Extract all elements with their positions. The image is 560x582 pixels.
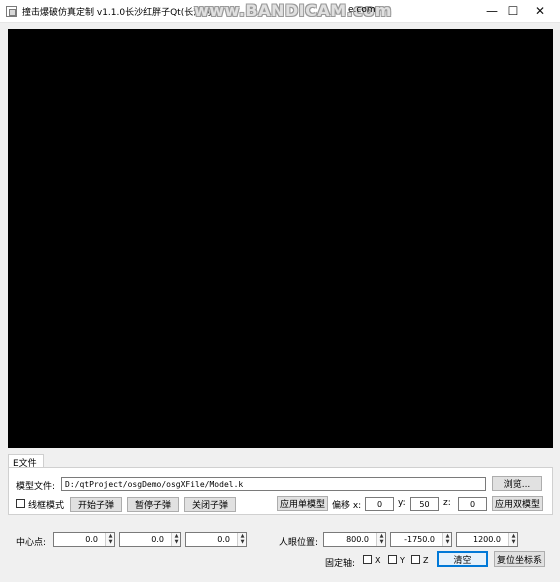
spin-down-icon[interactable]: ▼ [173, 539, 180, 545]
eye-x-value: 800.0 [346, 535, 369, 544]
model-file-label: 模型文件: [16, 482, 56, 492]
center-z-value: 0.0 [217, 535, 230, 544]
start-bullet-button[interactable]: 开始子弹 [70, 497, 122, 512]
spin-down-icon[interactable]: ▼ [107, 539, 114, 545]
fixed-axis-z-checkbox[interactable] [411, 555, 420, 564]
spin-down-icon[interactable]: ▼ [239, 539, 246, 545]
center-point-label: 中心点: [16, 538, 47, 548]
center-y-value: 0.0 [151, 535, 164, 544]
apply-double-model-button[interactable]: 应用双模型 [492, 496, 543, 511]
window-title: 撞击爆破仿真定制 v1.1.0长沙红胖子Qt(长沙创 [22, 8, 212, 18]
fixed-axis-x-checkbox[interactable] [363, 555, 372, 564]
tab-file[interactable]: E文件 [8, 454, 44, 469]
offset-z-input[interactable]: 0 [458, 497, 487, 511]
spin-down-icon[interactable]: ▼ [378, 539, 385, 545]
center-z-spinbox[interactable]: 0.0 ▲ ▼ [185, 532, 247, 547]
window-title-suffix: e.com [348, 5, 376, 15]
fixed-axis-label: 固定轴: [325, 559, 356, 569]
fixed-axis-x-label: X [375, 556, 381, 565]
title-bar: 撞击爆破仿真定制 v1.1.0长沙红胖子Qt(长沙创 www.BANDICAM.… [0, 0, 560, 23]
spin-down-icon[interactable]: ▼ [510, 539, 517, 545]
offset-z-label: z: [443, 498, 451, 508]
fixed-axis-z-label: Z [423, 556, 429, 565]
eye-x-spinbox[interactable]: 800.0 ▲ ▼ [323, 532, 386, 547]
clear-button[interactable]: 清空 [437, 551, 488, 567]
offset-x-label: 偏移 x: [332, 501, 362, 511]
app-icon [6, 6, 17, 17]
maximize-icon: ☐ [507, 4, 519, 18]
offset-x-input[interactable]: 0 [365, 497, 394, 511]
pause-bullet-button[interactable]: 暂停子弹 [127, 497, 179, 512]
center-y-spinbox[interactable]: 0.0 ▲ ▼ [119, 532, 181, 547]
browse-button[interactable]: 浏览... [492, 476, 542, 491]
eye-y-spinbox[interactable]: -1750.0 ▲ ▼ [390, 532, 452, 547]
close-icon: ✕ [534, 4, 546, 18]
wireframe-checkbox[interactable] [16, 499, 25, 508]
osg-viewport[interactable] [8, 29, 553, 448]
apply-single-model-button[interactable]: 应用单模型 [277, 496, 328, 511]
offset-y-input[interactable]: 50 [410, 497, 439, 511]
fixed-axis-y-checkbox[interactable] [388, 555, 397, 564]
tab-panel: 模型文件: D:/qtProject/osgDemo/osgXFile/Mode… [8, 467, 553, 515]
center-x-value: 0.0 [85, 535, 98, 544]
close-button[interactable]: ✕ [520, 0, 560, 22]
offset-y-label: y: [398, 498, 406, 508]
fixed-axis-y-label: Y [400, 556, 405, 565]
reset-axes-button[interactable]: 复位坐标系 [494, 551, 545, 567]
eye-position-label: 人眼位置: [279, 538, 319, 548]
center-x-spinbox[interactable]: 0.0 ▲ ▼ [53, 532, 115, 547]
eye-y-value: -1750.0 [404, 535, 435, 544]
spin-down-icon[interactable]: ▼ [444, 539, 451, 545]
wireframe-label: 线框模式 [28, 501, 65, 511]
eye-z-value: 1200.0 [473, 535, 501, 544]
stop-bullet-button[interactable]: 关闭子弹 [184, 497, 236, 512]
model-path-input[interactable]: D:/qtProject/osgDemo/osgXFile/Model.k [61, 477, 486, 491]
eye-z-spinbox[interactable]: 1200.0 ▲ ▼ [456, 532, 518, 547]
